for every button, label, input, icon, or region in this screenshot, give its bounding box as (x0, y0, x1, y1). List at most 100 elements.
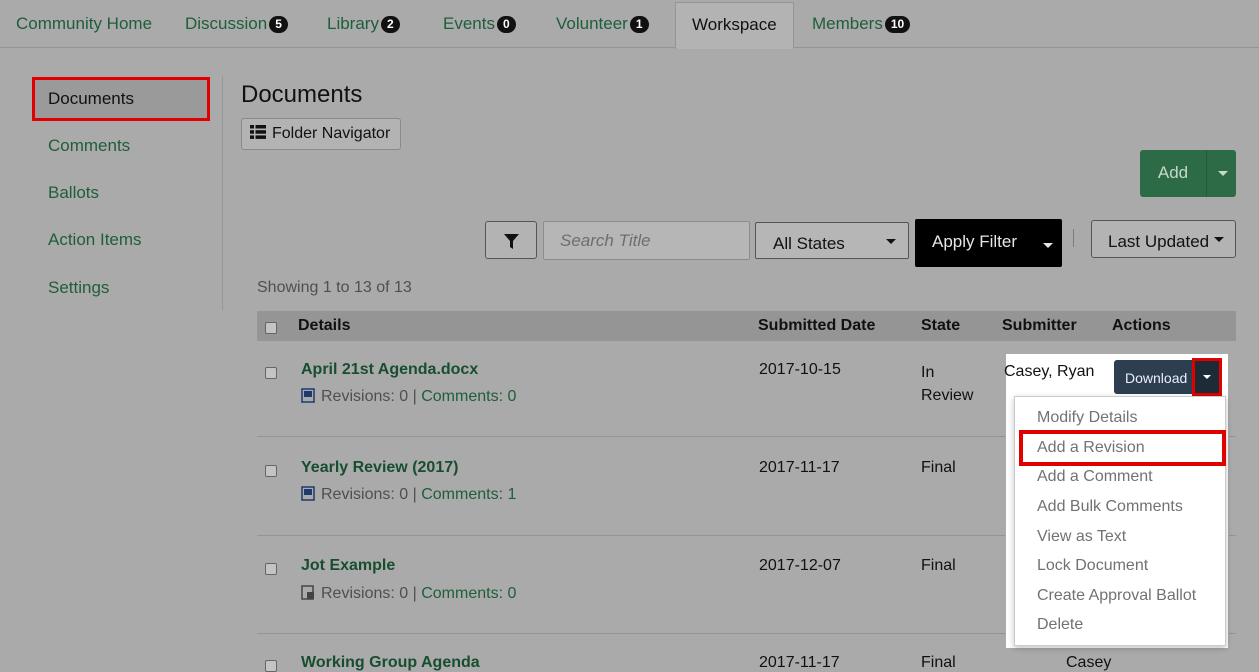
document-meta: Revisions: 0 | Comments: 0 (301, 388, 516, 406)
tab-discussion[interactable]: Discussion 5 (185, 14, 288, 34)
add-button-label: Add (1157, 163, 1189, 182)
word-doc-icon (301, 388, 315, 403)
tab-label: Events (443, 14, 495, 33)
sidebar-item-comments[interactable]: Comments (48, 136, 130, 156)
column-header-submitter: Submitter (1002, 317, 1077, 334)
count-badge: 1 (629, 16, 649, 34)
sidebar-item-label: Documents (48, 89, 134, 108)
filter-icon (504, 234, 519, 249)
folder-navigator-button[interactable]: Folder Navigator (241, 118, 401, 150)
menu-item-view-as-text[interactable]: View as Text (1037, 528, 1126, 546)
row-checkbox[interactable] (265, 563, 277, 575)
sidebar-item-settings[interactable]: Settings (48, 278, 109, 298)
word-doc-icon (301, 486, 315, 501)
tab-library[interactable]: Library 2 (327, 14, 400, 34)
document-title-link[interactable]: Working Group Agenda (301, 654, 480, 672)
chevron-down-icon[interactable] (1043, 243, 1053, 248)
tab-members[interactable]: Members 10 (812, 14, 911, 34)
document-title-link[interactable]: April 21st Agenda.docx (301, 361, 478, 379)
comments-link[interactable]: Comments: 1 (421, 486, 516, 503)
divider (1073, 229, 1074, 247)
state-select[interactable]: All States (755, 222, 909, 259)
count-badge: 5 (269, 16, 288, 34)
menu-item-add-comment[interactable]: Add a Comment (1037, 468, 1153, 486)
chevron-down-icon (1214, 237, 1224, 242)
submitted-date: 2017-10-15 (759, 361, 841, 378)
menu-item-lock-document[interactable]: Lock Document (1037, 557, 1148, 575)
tab-label: Library (327, 14, 379, 33)
row-checkbox[interactable] (265, 660, 277, 672)
submitted-date: 2017-11-17 (759, 654, 840, 671)
document-meta: Revisions: 0 | Comments: 1 (301, 486, 516, 504)
apply-filter-label: Apply Filter (932, 232, 1018, 251)
submitter-value: Casey, Ryan (1004, 363, 1095, 380)
tab-events[interactable]: Events 0 (443, 14, 516, 34)
comments-link[interactable]: Comments: 0 (421, 388, 516, 405)
tab-label: Members (812, 14, 883, 33)
chevron-down-icon[interactable] (1218, 171, 1228, 176)
tab-bar: Community Home Discussion 5 Library 2 Even… (0, 0, 1259, 49)
menu-item-create-approval-ballot[interactable]: Create Approval Ballot (1037, 587, 1196, 605)
meta-separator: | (412, 388, 417, 405)
menu-item-add-bulk-comments[interactable]: Add Bulk Comments (1037, 498, 1183, 516)
chevron-down-icon (1203, 375, 1211, 379)
list-icon (250, 125, 266, 139)
add-button[interactable]: Add (1140, 150, 1236, 197)
page-title: Documents (241, 81, 363, 108)
meta-separator: | (412, 486, 417, 503)
revisions-count: Revisions: 0 (321, 486, 409, 503)
submitter-value: Casey (1066, 654, 1112, 671)
folder-navigator-label: Folder Navigator (272, 125, 391, 142)
select-all-checkbox[interactable] (265, 322, 277, 334)
tab-community-home[interactable]: Community Home (16, 14, 152, 34)
column-header-details: Details (298, 317, 351, 334)
submitted-date: 2017-11-17 (759, 459, 840, 476)
row-checkbox[interactable] (265, 367, 277, 379)
chevron-down-icon (886, 239, 896, 244)
filter-toggle-button[interactable] (485, 221, 537, 259)
comments-link[interactable]: Comments: 0 (421, 585, 516, 602)
meta-separator: | (412, 585, 417, 602)
state-value: In Review (921, 364, 974, 404)
sidebar-divider (222, 76, 223, 310)
sidebar-item-action-items[interactable]: Action Items (48, 230, 142, 250)
count-badge: 10 (884, 16, 911, 34)
jot-doc-icon (301, 585, 314, 600)
actions-dropdown-menu: Modify Details Add a Revision Add a Comm… (1014, 396, 1226, 646)
revisions-count: Revisions: 0 (321, 585, 409, 602)
sidebar-item-ballots[interactable]: Ballots (48, 183, 99, 203)
apply-filter-button[interactable]: Apply Filter (915, 219, 1062, 267)
menu-item-modify-details[interactable]: Modify Details (1037, 409, 1137, 427)
sidebar-item-documents[interactable]: Documents (32, 77, 210, 121)
state-value: Final (921, 459, 956, 476)
document-title-link[interactable]: Yearly Review (2017) (301, 459, 458, 477)
menu-item-add-revision[interactable]: Add a Revision (1037, 439, 1145, 457)
tab-label: Discussion (185, 14, 268, 33)
revisions-count: Revisions: 0 (321, 388, 409, 405)
tab-label: Workspace (692, 15, 777, 34)
row-actions-panel: Casey, Ryan Download Modify Details Add … (1004, 353, 1229, 649)
state-value: Final (921, 557, 956, 574)
tab-label: Community Home (16, 14, 153, 33)
tab-workspace[interactable]: Workspace (675, 2, 794, 49)
menu-item-delete[interactable]: Delete (1037, 616, 1083, 634)
column-header-submitted-date: Submitted Date (758, 317, 876, 334)
document-meta: Revisions: 0 | Comments: 0 (301, 585, 516, 603)
download-button[interactable]: Download (1114, 360, 1194, 394)
document-title-link[interactable]: Jot Example (301, 557, 395, 575)
sort-select-value: Last Updated (1108, 232, 1210, 251)
column-header-state: State (921, 317, 961, 334)
tab-label: Volunteer (556, 14, 628, 33)
column-header-actions: Actions (1112, 317, 1171, 334)
table-header: Details Submitted Date State Submitter A… (257, 311, 1236, 341)
state-select-value: All States (773, 234, 845, 253)
tab-volunteer[interactable]: Volunteer 1 (556, 14, 649, 34)
download-dropdown-toggle[interactable] (1192, 358, 1222, 396)
sort-select[interactable]: Last Updated (1091, 220, 1236, 258)
button-separator (1206, 150, 1207, 197)
count-badge: 0 (496, 16, 516, 34)
results-count: Showing 1 to 13 of 13 (257, 279, 412, 296)
search-title-input[interactable] (543, 221, 750, 260)
row-checkbox[interactable] (265, 465, 277, 477)
count-badge: 2 (380, 16, 400, 34)
